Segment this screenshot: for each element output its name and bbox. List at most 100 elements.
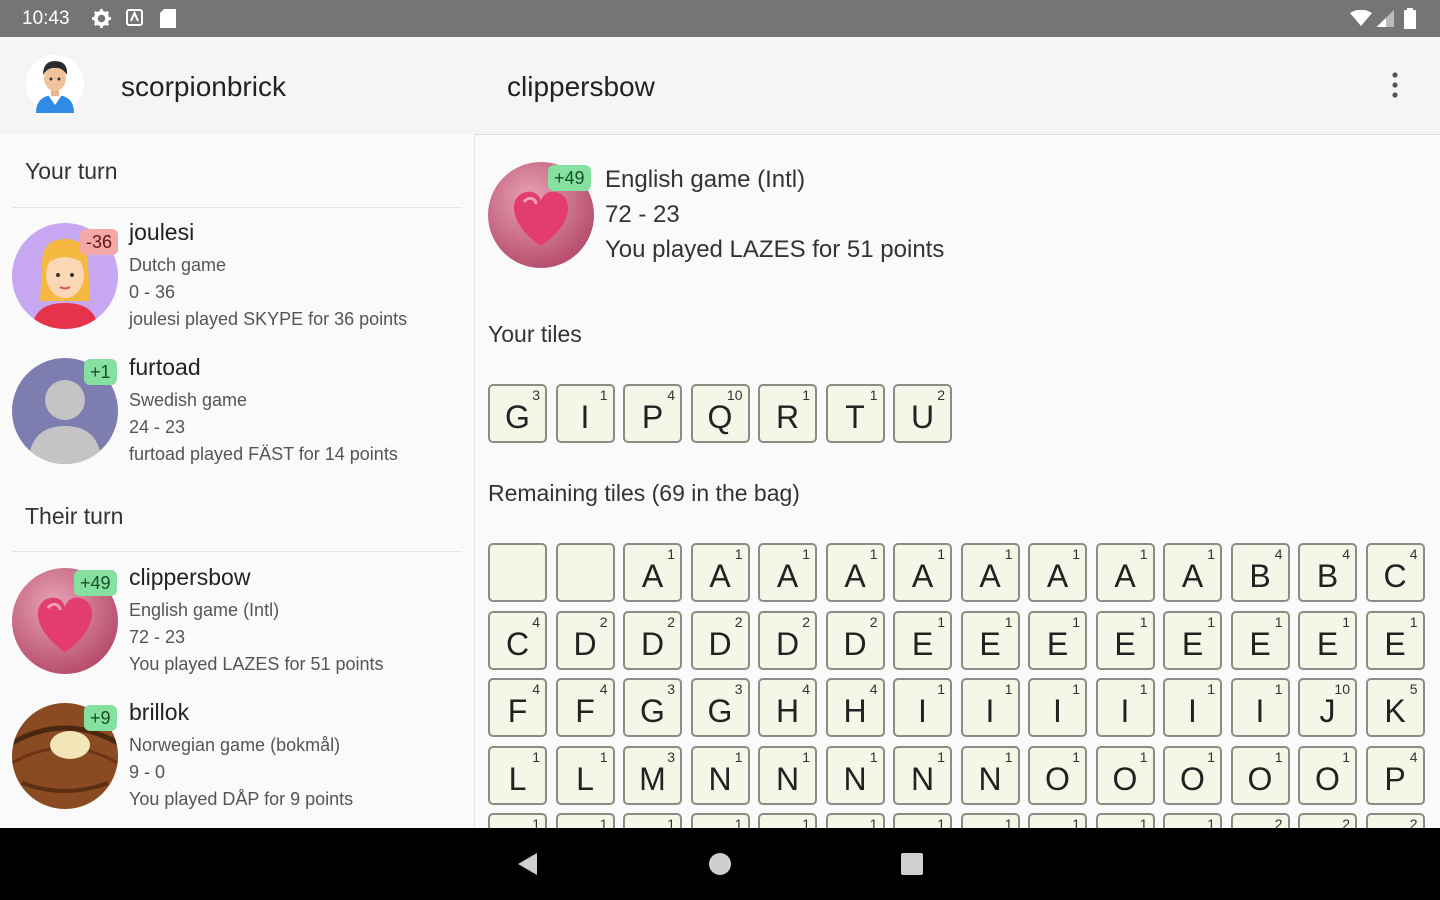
tile-points: 2 [1342,816,1350,828]
letter-tile: 1 [893,813,952,828]
last-move: You played LAZES for 51 points [129,654,384,674]
tile-letter: D [573,625,597,662]
tile-letter: N [978,760,1002,797]
letter-tile: 2 [1298,813,1357,828]
letter-tile: 1 [690,813,750,828]
letter-tile: I1 [1230,678,1290,737]
letter-tile: O1 [1230,745,1290,805]
letter-tile: A1 [623,543,682,602]
tile-letter: H [775,693,800,729]
game-item-clippersbow[interactable]: +49 clippersbow English game (Intl) 72 -… [0,564,474,684]
letter-tile: I1 [960,678,1020,737]
tile-letter: H [843,693,867,729]
tile-letter: P [1384,760,1406,797]
game-item-brillok[interactable]: +9 brillok Norwegian game (bokmål) 9 - 0… [0,699,474,819]
tile-letter: E [1114,625,1136,662]
tile-points: 3 [734,681,743,697]
letter-tile: H4 [825,678,885,737]
tile-points: 1 [1072,816,1080,828]
tile-letter: A [1181,558,1204,594]
letter-tile: A1 [1095,543,1155,602]
tile-points: 1 [599,816,608,828]
tile-letter: E [1384,625,1406,662]
tile-points: 1 [802,546,810,562]
tile-points: 1 [1207,546,1215,562]
tile-letter: K [1384,693,1406,729]
recents-icon[interactable] [901,853,923,875]
tile-points: 1 [1274,613,1283,630]
tile-points: 1 [937,748,945,765]
letter-tile: E1 [1095,610,1155,670]
tile-letter: N [843,760,867,797]
tile-letter: A [641,558,664,594]
tile-points: 1 [802,387,810,403]
game-score: 72 - 23 [129,627,186,647]
last-move: joulesi played SKYPE for 36 points [129,309,408,329]
tile-letter: A [1114,558,1136,594]
tile-letter: D [775,625,800,662]
user-avatar[interactable] [26,55,84,113]
letter-tile: E1 [1230,610,1290,670]
score-diff-badge: +49 [548,165,591,191]
tile-points: 1 [1139,681,1148,697]
game-score: 0 - 36 [129,282,176,302]
tile-letter: I [985,693,995,729]
game-language: Swedish game [129,390,248,410]
letter-tile: D2 [623,610,682,670]
letter-tile: P4 [1365,745,1425,805]
letter-tile: O1 [1095,745,1155,805]
home-icon[interactable] [708,852,732,876]
tile-points: 2 [599,613,608,630]
overflow-menu-icon[interactable] [1385,69,1405,101]
tile-points: 4 [532,681,540,697]
game-item-furtoad[interactable]: +1 furtoad Swedish game 24 - 23 furtoad … [0,354,474,474]
tile-letter: F [507,693,528,729]
letter-tile: L1 [555,745,615,805]
your-turn-header: Your turn [25,158,118,184]
tile-letter: O [1045,760,1070,797]
tile-letter: G [707,693,733,729]
letter-tile: C4 [488,610,547,670]
tile-points: 4 [869,681,878,697]
tile-letter: D [708,625,732,662]
game-list: Your turn -36 joulesi Dutch game 0 - 36 … [0,134,475,828]
signal-icon [1376,10,1394,27]
letter-tile: I1 [555,384,615,443]
letter-tile: 1 [960,813,1020,828]
tile-points: 10 [1334,681,1350,697]
tile-points: 1 [1072,681,1080,697]
letter-tile [488,543,547,602]
letter-tile: E1 [1298,610,1357,670]
letter-tile: 1 [1028,813,1087,828]
tile-letter: J [1319,693,1336,729]
tile-points: 2 [869,613,878,630]
tile-points: 2 [802,613,810,630]
letter-tile [555,543,615,602]
clock: 10:43 [22,8,70,29]
back-icon[interactable] [515,852,539,876]
tile-letter: F [575,693,595,729]
letter-tile: D2 [555,610,615,670]
settings-icon [92,9,111,28]
tile-points: 1 [937,613,945,630]
game-detail: +49 English game (Intl) 72 - 23 You play… [475,134,1440,828]
opponent-name: furtoad [129,354,201,380]
tile-letter: L [508,760,527,797]
letter-tile: I1 [1028,678,1087,737]
game-item-joulesi[interactable]: -36 joulesi Dutch game 0 - 36 joulesi pl… [0,219,474,339]
divider [12,551,462,552]
tile-points: 1 [1409,613,1418,630]
letter-tile: D2 [758,610,817,670]
letter-tile: C4 [1365,543,1425,602]
letter-tile: 1 [1163,813,1222,828]
tile-letter: E [1316,625,1339,662]
tile-letter: A [911,558,934,594]
battery-icon [1404,8,1416,29]
letter-tile: A1 [893,543,952,602]
tile-letter: B [1316,558,1339,594]
tile-letter: G [505,399,530,435]
letter-tile: E1 [893,610,952,670]
game-score: 24 - 23 [129,417,186,437]
tile-letter: L [576,760,594,797]
tile-points: 1 [869,387,878,403]
